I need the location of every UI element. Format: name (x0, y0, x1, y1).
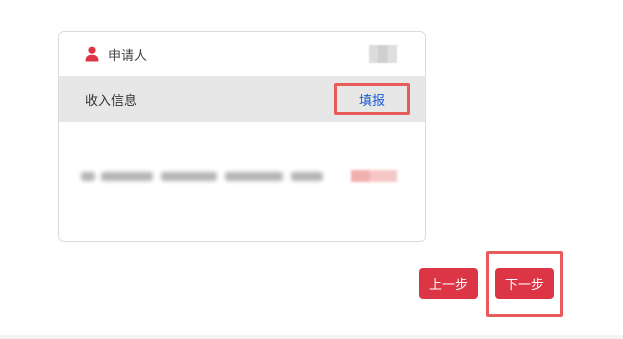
income-info-title: 收入信息 (85, 92, 138, 108)
page-bottom-bar (0, 335, 623, 339)
previous-step-button[interactable]: 上一步 (419, 268, 478, 299)
person-icon (85, 46, 99, 62)
redacted-detail-text (81, 166, 381, 186)
fill-report-button[interactable]: 填报 (334, 83, 410, 115)
applicant-label: 申请人 (108, 47, 148, 63)
page: 申请人 收入信息 填报 上一步 下一步 (0, 0, 623, 339)
income-info-row: 收入信息 填报 (59, 76, 425, 122)
next-step-button[interactable]: 下一步 (495, 268, 554, 299)
redacted-status-value (351, 170, 397, 182)
applicant-name-redacted (369, 45, 397, 63)
applicant-card: 申请人 收入信息 填报 (58, 31, 426, 242)
applicant-header: 申请人 (59, 32, 425, 76)
